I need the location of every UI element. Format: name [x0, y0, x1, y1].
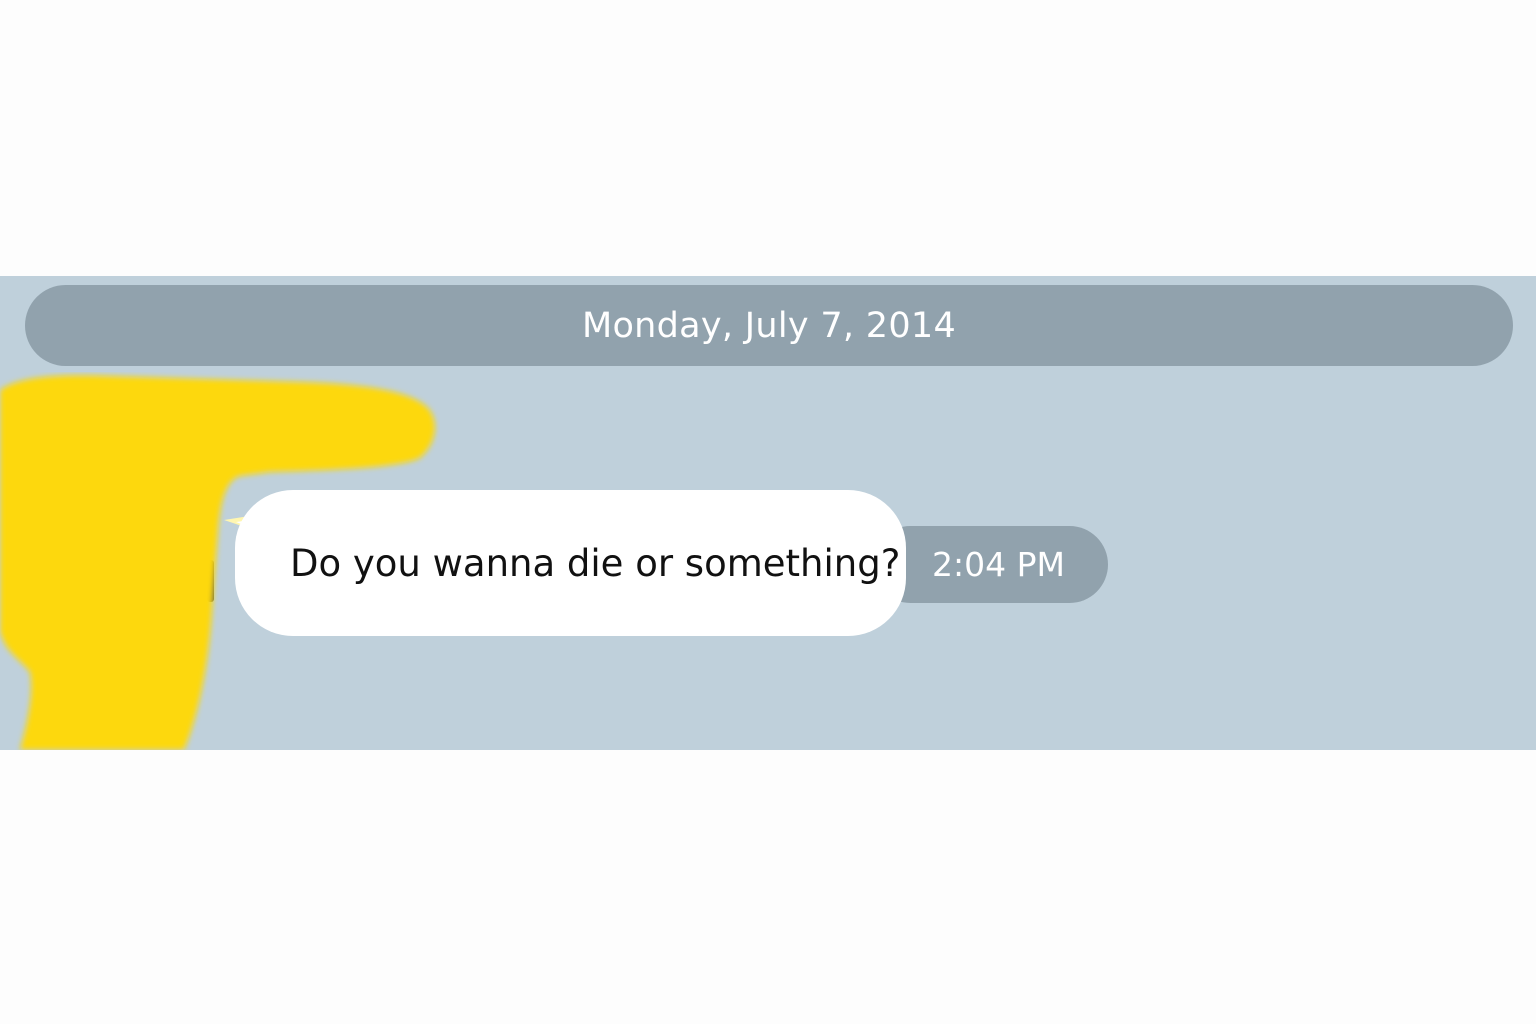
message-timestamp: 2:04 PM [932, 545, 1065, 584]
date-separator-label: Monday, July 7, 2014 [581, 305, 957, 346]
screenshot-page: Monday, July 7, 2014 Do you wanna die or… [0, 0, 1536, 1024]
chat-area[interactable]: Monday, July 7, 2014 Do you wanna die or… [0, 276, 1536, 750]
date-separator: Monday, July 7, 2014 [25, 285, 1513, 366]
message-bubble[interactable]: Do you wanna die or something? [235, 490, 906, 636]
message-text: Do you wanna die or something? [290, 541, 901, 585]
